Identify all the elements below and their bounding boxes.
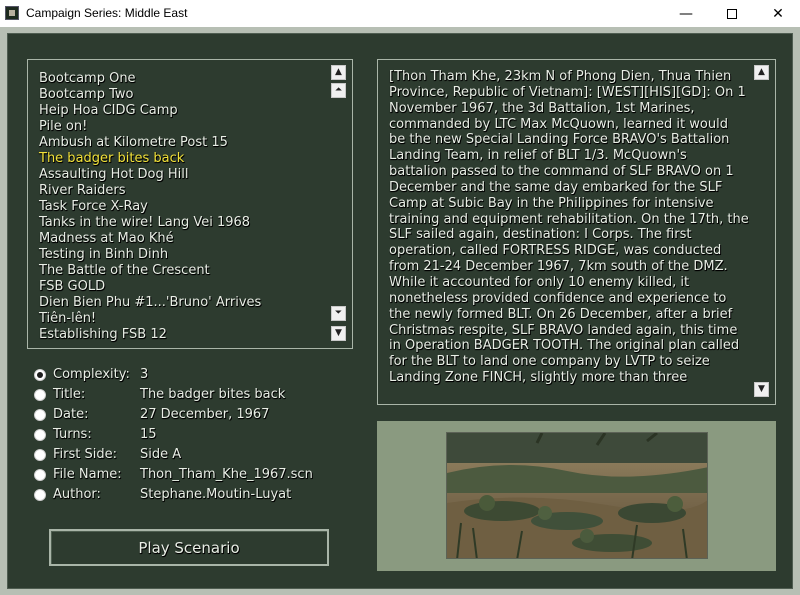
scenario-item[interactable]: Bootcamp Two <box>39 87 133 103</box>
author-value: Stephane.Moutin-Luyat <box>140 487 292 502</box>
file-name-radio[interactable] <box>34 469 46 481</box>
description-line: Province, Republic of Vietnam]: [WEST][H… <box>389 84 746 100</box>
description-scroll-up-button[interactable]: ▲ <box>754 65 769 80</box>
minimize-icon: — <box>679 5 693 22</box>
title-value: The badger bites back <box>140 387 286 402</box>
close-button[interactable]: ✕ <box>755 0 800 27</box>
page-down-button[interactable]: ⏷ <box>331 306 346 321</box>
main-area: Bootcamp One Bootcamp Two Heip Hoa CIDG … <box>0 27 800 595</box>
turns-label: Turns: <box>53 427 92 442</box>
description-text: [Thon Tham Khe, 23km N of Phong Dien, Th… <box>389 69 754 389</box>
scroll-up-button[interactable]: ▲ <box>331 65 346 80</box>
scenario-item[interactable]: Establishing FSB 12 <box>39 327 167 343</box>
description-line: the newly formed BLT. On 26 December, af… <box>389 306 733 322</box>
description-line: November 1967, the 3d Battalion, 1st Mar… <box>389 100 695 116</box>
scenario-photo <box>446 432 708 559</box>
double-chevron-down-icon: ⏷ <box>334 308 343 318</box>
description-scroll-down-button[interactable]: ▼ <box>754 382 769 397</box>
first-side-label: First Side: <box>53 447 117 462</box>
scenario-item[interactable]: Heip Hoa CIDG Camp <box>39 103 178 119</box>
window-title-bar: Campaign Series: Middle East — ✕ <box>0 0 800 27</box>
description-line: in Operation BADGER TOOTH. The original … <box>389 338 740 354</box>
date-radio[interactable] <box>34 409 46 421</box>
soldiers-in-field-image <box>447 433 707 558</box>
author-label: Author: <box>53 487 101 502</box>
scenario-item[interactable]: Madness at Mao Khé <box>39 231 174 247</box>
description-line: Landing Zone FINCH, slightly more than t… <box>389 370 688 386</box>
scenario-item[interactable]: Assaulting Hot Dog Hill <box>39 167 189 183</box>
description-line: [Thon Tham Khe, 23km N of Phong Dien, Th… <box>389 69 732 84</box>
scroll-down-button[interactable]: ▼ <box>331 326 346 341</box>
double-chevron-up-icon: ⏶ <box>334 85 343 95</box>
scenario-list[interactable]: Bootcamp One Bootcamp Two Heip Hoa CIDG … <box>27 59 353 349</box>
file-name-value: Thon_Tham_Khe_1967.scn <box>140 467 313 482</box>
scenario-item[interactable]: The Battle of the Crescent <box>39 263 210 279</box>
description-line: nonetheless provided confidence and expe… <box>389 290 727 306</box>
play-scenario-button[interactable]: Play Scenario <box>49 529 329 566</box>
complexity-radio[interactable] <box>34 369 46 381</box>
maximize-icon <box>727 8 737 19</box>
file-name-label: File Name: <box>53 467 122 482</box>
description-line: battalion passed to the command of SLF B… <box>389 164 734 180</box>
scenario-item[interactable]: FSB GOLD <box>39 279 105 295</box>
scenario-image-frame <box>377 421 776 571</box>
description-line: from 21-24 December 1967, 7km south of t… <box>389 259 728 275</box>
description-line: SLF sailed again, destination: I Corps. … <box>389 227 692 243</box>
minimize-button[interactable]: — <box>663 0 709 27</box>
turns-radio[interactable] <box>34 429 46 441</box>
scenario-item[interactable]: Bootcamp One <box>39 71 136 87</box>
scenario-item[interactable]: Dien Bien Phu #1...'Bruno' Arrives <box>39 295 261 311</box>
page-up-button[interactable]: ⏶ <box>331 83 346 98</box>
scenario-item[interactable]: Task Force X-Ray <box>39 199 148 215</box>
title-label: Title: <box>53 387 86 402</box>
scenario-item[interactable]: River Raiders <box>39 183 126 199</box>
scenario-item-selected[interactable]: The badger bites back <box>39 151 184 167</box>
first-side-radio[interactable] <box>34 449 46 461</box>
window-title: Campaign Series: Middle East <box>26 6 188 20</box>
first-side-value: Side A <box>140 447 182 462</box>
chevron-down-icon: ▼ <box>758 384 765 394</box>
app-icon <box>5 6 19 20</box>
scenario-item[interactable]: Tanks in the wire! Lang Vei 1968 <box>39 215 250 231</box>
chevron-up-icon: ▲ <box>758 67 765 77</box>
author-radio[interactable] <box>34 489 46 501</box>
scenario-item[interactable]: Pile on! <box>39 119 87 135</box>
chevron-up-icon: ▲ <box>335 67 342 77</box>
turns-value: 15 <box>140 427 157 442</box>
complexity-label: Complexity: <box>53 367 130 382</box>
close-icon: ✕ <box>772 5 784 22</box>
title-radio[interactable] <box>34 389 46 401</box>
description-line: for the BLT to land one company by LVTP … <box>389 354 710 370</box>
date-label: Date: <box>53 407 89 422</box>
maximize-button[interactable] <box>709 0 755 27</box>
description-line: Landing Team, in relief of BLT 1/3. McQu… <box>389 148 687 164</box>
scenario-item[interactable]: Tiên-lên! <box>39 311 96 327</box>
description-line: Camp at Subic Bay in the Philippines for… <box>389 195 714 211</box>
description-line: commanded by LTC Max McQuown, learned it… <box>389 116 728 132</box>
description-line: operation, called FORTRESS RIDGE, was co… <box>389 243 722 259</box>
description-line: Christmas respite, SLF BRAVO landed agai… <box>389 322 738 338</box>
scenario-panel: Bootcamp One Bootcamp Two Heip Hoa CIDG … <box>7 33 793 589</box>
scenario-item[interactable]: Testing in Binh Dinh <box>39 247 168 263</box>
date-value: 27 December, 1967 <box>140 407 270 422</box>
complexity-value: 3 <box>140 367 149 382</box>
scenario-description[interactable]: [Thon Tham Khe, 23km N of Phong Dien, Th… <box>377 59 776 405</box>
description-line: December and the same day embarked for t… <box>389 179 723 195</box>
description-line: While it accounted for only 10 enemy kil… <box>389 274 690 290</box>
chevron-down-icon: ▼ <box>335 328 342 338</box>
description-line: be the new Special Landing Force BRAVO's… <box>389 132 730 148</box>
description-line: training and equipment rehabilitation. O… <box>389 211 749 227</box>
scenario-item[interactable]: Ambush at Kilometre Post 15 <box>39 135 228 151</box>
